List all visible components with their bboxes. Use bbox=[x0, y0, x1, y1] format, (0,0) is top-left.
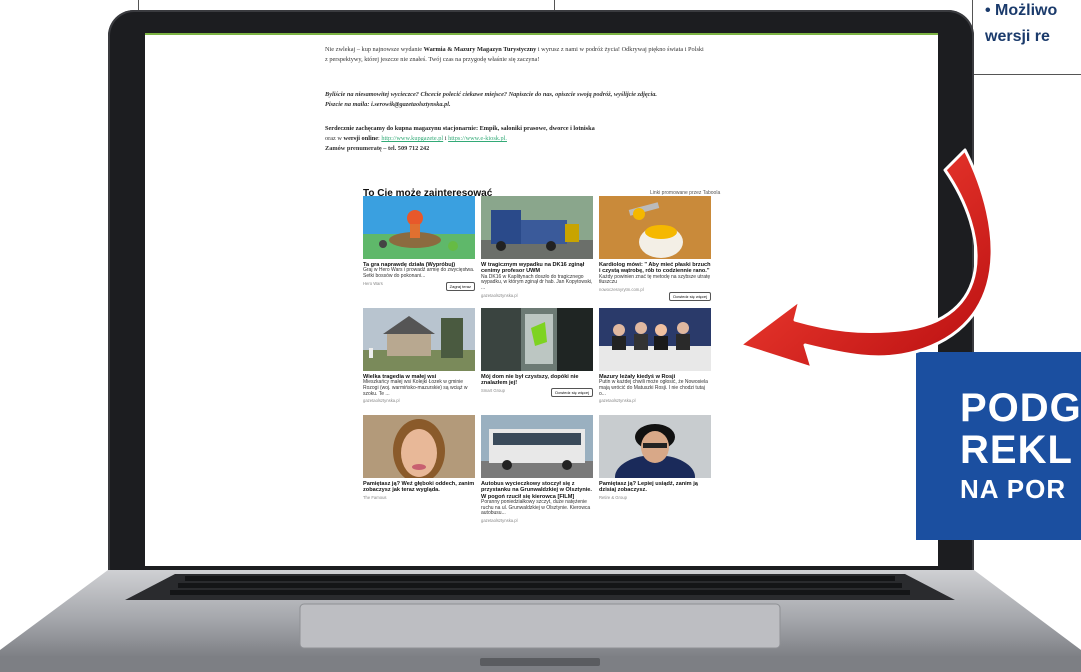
recommend-card[interactable]: Wielka tragedia w małej wsi Mieszkańcy m… bbox=[363, 308, 475, 403]
learn-more-button[interactable]: Dowiedz się więcej bbox=[669, 292, 711, 301]
card-image-bus bbox=[481, 415, 593, 478]
header-accent-line bbox=[145, 33, 938, 35]
card-image-woman bbox=[363, 415, 475, 478]
billboard-line-2: REKL bbox=[960, 428, 1073, 472]
card-image-game bbox=[363, 196, 475, 259]
article-paragraph-3: Serdecznie zachęcamy do kupna magazynu s… bbox=[325, 125, 595, 132]
recommend-card[interactable]: Pamiętasz ją? Lepiej usiądź, zanim ją dz… bbox=[599, 415, 711, 500]
recommend-card[interactable]: Ta gra naprawdę działa (Wypróbuj) Graj w… bbox=[363, 196, 475, 291]
card-image-politicians bbox=[599, 308, 711, 371]
kupgazete-link[interactable]: http://www.kupgazete.pl bbox=[381, 135, 443, 142]
article-paragraph-2b: Piszcie na maila: i.serowik@gazetaolszty… bbox=[325, 101, 451, 108]
top-right-line-2: wersji re bbox=[985, 28, 1050, 45]
recommend-card[interactable]: Mazury leżały kiedyś w Rosji Putin w każ… bbox=[599, 308, 711, 403]
billboard-line-1: PODG bbox=[960, 386, 1081, 430]
ekiosk-link[interactable]: https://www.e-kiosk.pl. bbox=[448, 135, 507, 142]
recommend-card[interactable]: Kardiolog mówi: " Aby mieć płaski brzuch… bbox=[599, 196, 711, 301]
article-paragraph-1b: z perspektywy, której jeszcze nie znałeś… bbox=[325, 56, 540, 63]
card-image-singer bbox=[599, 415, 711, 478]
card-image-cleaning bbox=[481, 308, 593, 371]
article-paragraph-2: Byliście na niesamowitej wycieczce? Chce… bbox=[325, 91, 657, 98]
top-right-text-box: • Możliwo wersji re bbox=[972, 0, 1081, 75]
article-paragraph-1: Nie zwlekaj – kup najnowsze wydanie Warm… bbox=[325, 46, 704, 53]
article-paragraph-3b: oraz w wersji online: http://www.kupgaze… bbox=[325, 135, 507, 142]
subscription-phone: Zamów prenumeratę – tel. 509 712 242 bbox=[325, 145, 430, 152]
recommend-card[interactable]: W tragicznym wypadku na DK16 zginął ceni… bbox=[481, 196, 593, 298]
laptop-base bbox=[0, 570, 1081, 672]
card-image-accident bbox=[481, 196, 593, 259]
play-now-button[interactable]: Zagraj teraz bbox=[445, 282, 475, 291]
card-image-house bbox=[363, 308, 475, 371]
billboard-ad: PODG REKL NA POR bbox=[916, 352, 1081, 540]
recommend-card[interactable]: Autobus wycieczkowy stoczył się z przyst… bbox=[481, 415, 593, 523]
card-image-egg bbox=[599, 196, 711, 259]
laptop-screen: Nie zwlekaj – kup najnowsze wydanie Warm… bbox=[145, 33, 938, 566]
top-right-line-1: • Możliwo bbox=[985, 2, 1058, 19]
recommend-card[interactable]: Mój dom nie był czystszy, dopóki nie zna… bbox=[481, 308, 593, 397]
recommend-card[interactable]: Pamiętasz ją? Weź głęboki oddech, zanim … bbox=[363, 415, 475, 500]
billboard-line-3: NA POR bbox=[960, 474, 1067, 504]
learn-more-button[interactable]: Dowiedz się więcej bbox=[551, 388, 593, 397]
